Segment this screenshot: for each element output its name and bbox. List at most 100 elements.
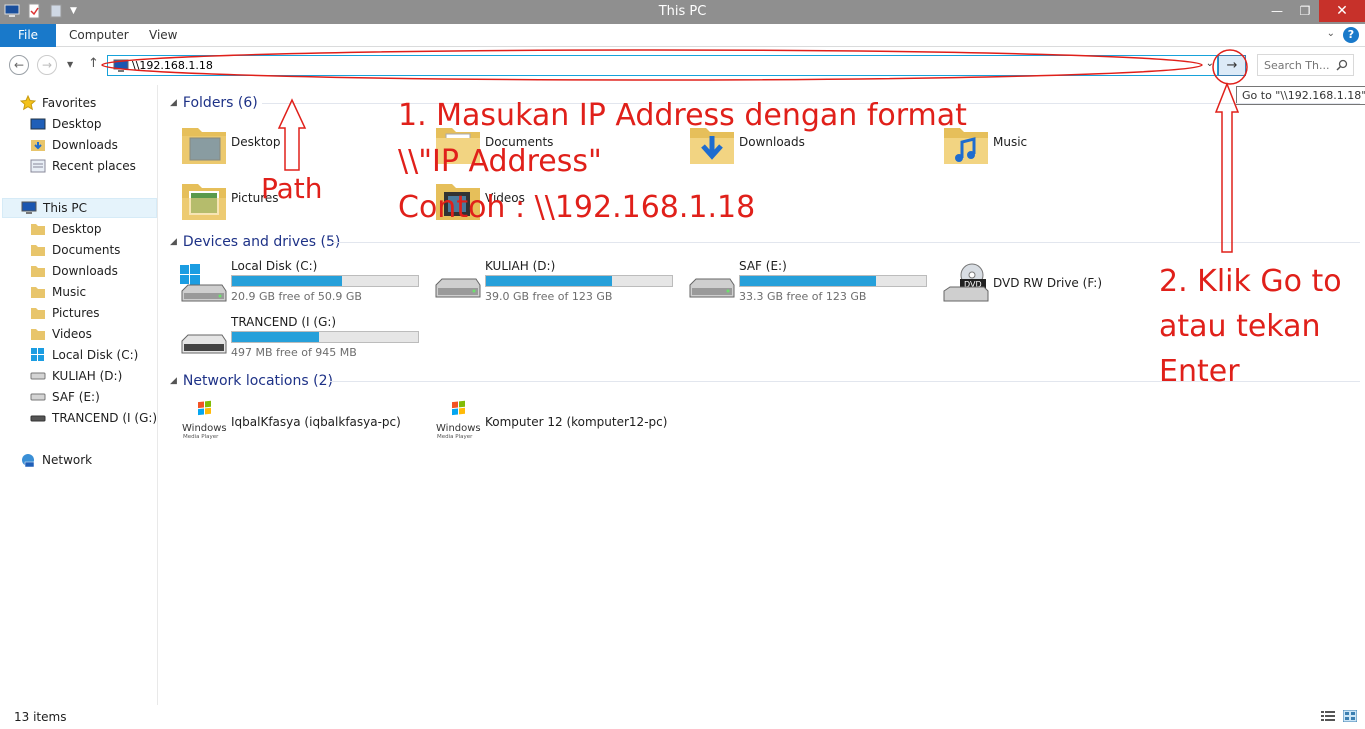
drive-usage-fill: [232, 332, 320, 342]
drive-free-space: 33.3 GB free of 123 GB: [739, 290, 867, 303]
sidebar-item-fav-downloads[interactable]: Downloads: [30, 135, 118, 155]
sidebar-item-fav-desktop[interactable]: Desktop: [30, 114, 102, 134]
tab-file[interactable]: File: [0, 24, 56, 47]
explorer-window: ▼ This PC — ❐ ✕ File Computer View ⌄ ? ←…: [0, 0, 1365, 729]
sidebar-item-label: Local Disk (C:): [52, 348, 139, 362]
go-arrow-icon: →: [1226, 58, 1238, 73]
annotation-step1-line1: 1. Masukan IP Address dengan format: [398, 98, 967, 133]
search-input[interactable]: [1264, 57, 1334, 73]
sidebar-item-label: Downloads: [52, 138, 118, 152]
group-header-label: Network locations (2): [182, 373, 333, 389]
annotation-step2-line1: 2. Klik Go to: [1159, 264, 1342, 299]
sidebar-network-label: Network: [42, 453, 93, 467]
search-box[interactable]: [1257, 54, 1354, 76]
address-input[interactable]: [132, 57, 1192, 74]
collapse-icon: ◢: [170, 98, 177, 108]
sidebar-item-saf-e[interactable]: SAF (E:): [30, 387, 100, 407]
forward-arrow-icon: →: [41, 58, 53, 72]
annotation-path: Path: [261, 172, 323, 205]
folder-icon: [31, 266, 45, 277]
sidebar-item-kuliah-d[interactable]: KULIAH (D:): [30, 366, 122, 386]
drive-saf-e[interactable]: SAF (E:) 33.3 GB free of 123 GB: [688, 259, 938, 309]
go-button[interactable]: →: [1218, 55, 1246, 76]
folder-icon: [31, 245, 45, 256]
back-arrow-icon: ←: [13, 58, 25, 72]
network-location-komputer12[interactable]: Windows Media Player Komputer 12 (komput…: [434, 400, 674, 452]
network-location-iqbalkfasya[interactable]: Windows Media Player IqbalKfasya (iqbalk…: [180, 400, 420, 452]
items-count: 13 items: [14, 710, 67, 724]
status-bar: 13 items: [0, 705, 1365, 729]
sidebar-item-pc-documents[interactable]: Documents: [30, 240, 120, 260]
expand-ribbon-icon[interactable]: ⌄: [1327, 28, 1335, 39]
search-icon: [1336, 59, 1348, 71]
folder-icon: [31, 287, 45, 298]
navigation-bar: ← → ▼ ↑ ⌄ →: [0, 47, 1365, 85]
folder-icon: [31, 329, 45, 340]
up-arrow-icon[interactable]: ↑: [88, 56, 99, 71]
sidebar-item-recent-places[interactable]: Recent places: [30, 156, 136, 176]
usb-drive-icon: [30, 415, 46, 422]
folder-icon: [31, 308, 45, 319]
address-dropdown-icon[interactable]: ⌄: [1206, 58, 1214, 69]
drive-free-space: 497 MB free of 945 MB: [231, 346, 357, 359]
folder-desktop[interactable]: Desktop: [180, 120, 420, 172]
group-header-folders[interactable]: ◢ Folders (6): [170, 94, 258, 112]
tab-view[interactable]: View: [149, 24, 177, 47]
back-button[interactable]: ←: [9, 55, 29, 75]
drive-kuliah-d[interactable]: KULIAH (D:) 39.0 GB free of 123 GB: [434, 259, 684, 309]
minimize-button[interactable]: —: [1263, 0, 1291, 22]
sidebar-item-pc-videos[interactable]: Videos: [30, 324, 92, 344]
tiles-view-icon[interactable]: [1343, 710, 1357, 722]
sidebar-this-pc-label: This PC: [43, 201, 87, 215]
sidebar-item-label: SAF (E:): [52, 390, 100, 404]
sidebar-item-label: Downloads: [52, 264, 118, 278]
network-icon: [22, 454, 35, 468]
sidebar-item-label: Videos: [52, 327, 92, 341]
drive-free-space: 39.0 GB free of 123 GB: [485, 290, 613, 303]
logo-text-media-player: Media Player: [437, 434, 473, 440]
sidebar-item-local-disk-c[interactable]: Local Disk (C:): [30, 345, 138, 365]
group-header-devices[interactable]: ◢ Devices and drives (5): [170, 233, 340, 251]
ribbon-tabs: File Computer View ⌄ ?: [0, 24, 1365, 47]
sidebar-item-label: Recent places: [52, 159, 136, 173]
folder-music[interactable]: Music: [942, 120, 1182, 172]
sidebar-item-pc-desktop[interactable]: Desktop: [30, 219, 102, 239]
sidebar-item-pc-downloads[interactable]: Downloads: [30, 261, 118, 281]
drive-label: KULIAH (D:): [485, 259, 556, 273]
drive-dvd-rw-f[interactable]: DVD DVD RW Drive (F:): [942, 259, 1192, 309]
network-location-label: Komputer 12 (komputer12-pc): [485, 415, 668, 429]
drive-local-disk-c[interactable]: Local Disk (C:) 20.9 GB free of 50.9 GB: [180, 259, 430, 309]
sidebar-item-label: TRANCEND (I (G:): [52, 411, 158, 425]
annotation-step2-line2: atau tekan: [1159, 309, 1321, 344]
sidebar-item-pc-music[interactable]: Music: [30, 282, 86, 302]
close-button[interactable]: ✕: [1319, 0, 1365, 22]
address-bar[interactable]: ⌄: [107, 55, 1218, 76]
window-controls: — ❐ ✕: [1263, 0, 1365, 22]
sidebar-favorites[interactable]: Favorites: [20, 93, 96, 113]
desktop-icon: [30, 118, 46, 130]
logo-text-windows: Windows: [182, 423, 227, 434]
details-view-icon[interactable]: [1321, 710, 1335, 722]
drive-icon: [30, 393, 46, 401]
windows-drive-icon: [31, 348, 44, 361]
forward-button[interactable]: →: [37, 55, 57, 75]
sidebar-item-pc-pictures[interactable]: Pictures: [30, 303, 100, 323]
sidebar-item-label: Desktop: [52, 222, 102, 236]
sidebar-network[interactable]: Network: [20, 450, 92, 470]
annotation-step1: 1. Masukan IP Address dengan format \\"I…: [398, 101, 967, 223]
drive-usage-fill: [486, 276, 613, 286]
sidebar-this-pc[interactable]: This PC: [2, 198, 157, 218]
star-icon: [20, 95, 36, 111]
sidebar-item-label: Desktop: [52, 117, 102, 131]
recent-locations-icon[interactable]: ▼: [67, 60, 73, 69]
pictures-folder-icon: [182, 184, 226, 220]
help-icon[interactable]: ?: [1343, 27, 1359, 43]
sidebar-item-trancend-g[interactable]: TRANCEND (I (G:): [30, 408, 157, 428]
restore-button[interactable]: ❐: [1291, 0, 1319, 22]
dvd-drive-icon: DVD: [943, 263, 989, 302]
group-header-network[interactable]: ◢ Network locations (2): [170, 372, 333, 390]
tab-computer[interactable]: Computer: [69, 24, 129, 47]
drive-trancend-g[interactable]: TRANCEND (I (G:) 497 MB free of 945 MB: [180, 315, 430, 365]
drive-free-space: 20.9 GB free of 50.9 GB: [231, 290, 362, 303]
windows-media-player-icon: Windows Media Player: [182, 400, 227, 440]
